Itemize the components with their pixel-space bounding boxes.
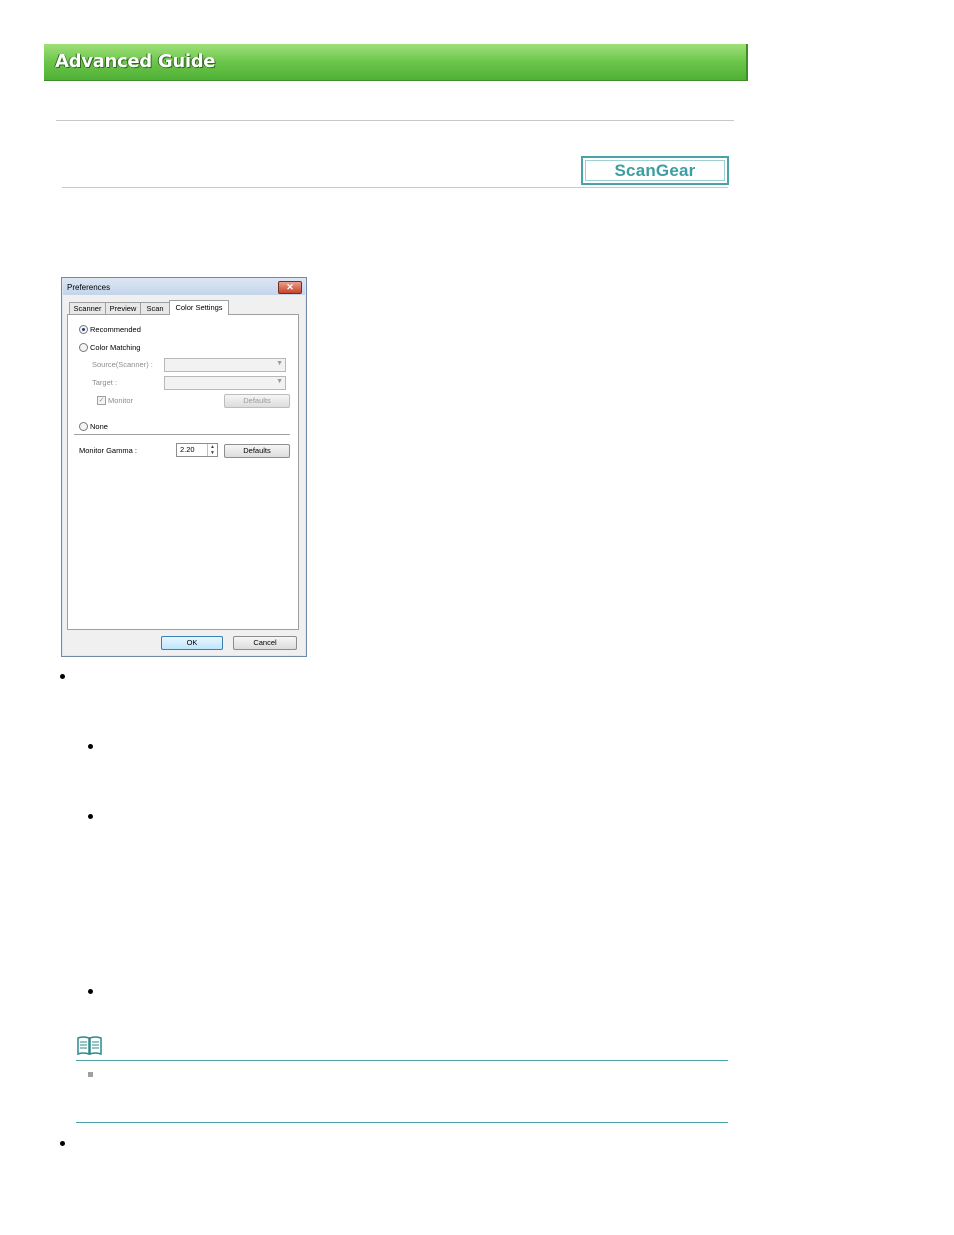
guide-title: Advanced Guide [55,51,216,72]
monitor-label: Monitor [108,396,134,405]
source-label: Source(Scanner) : [92,360,153,369]
panel-separator [74,434,290,435]
dialog-titlebar: Preferences ✕ [63,279,305,295]
preferences-dialog: Preferences ✕ Scanner Preview Scan Color… [61,277,307,657]
gamma-value: 2.20 [180,445,195,454]
color-defaults-button[interactable]: Defaults [224,394,290,408]
top-divider [56,120,734,121]
list-bullet [60,1141,65,1146]
chevron-down-icon: ▼ [276,360,283,367]
note-bullet [88,1072,93,1077]
dialog-title: Preferences [67,283,111,292]
note-bottom-rule [76,1122,728,1123]
none-radio[interactable] [79,422,88,431]
tab-color-settings[interactable]: Color Settings [169,300,229,315]
recommended-label: Recommended [90,325,141,334]
color-matching-radio[interactable] [79,343,88,352]
target-label: Target : [92,378,118,387]
ok-button[interactable]: OK [161,636,223,650]
monitor-checkbox[interactable]: ✓ [97,396,106,405]
list-bullet [88,989,93,994]
scangear-badge: ScanGear [581,156,729,185]
close-icon: ✕ [286,282,294,292]
color-matching-label: Color Matching [90,343,141,352]
source-select[interactable]: ▼ [164,358,286,372]
close-button[interactable]: ✕ [278,281,302,294]
monitor-gamma-label: Monitor Gamma : [79,446,137,455]
list-bullet [88,744,93,749]
open-book-icon [77,1036,102,1055]
badge-divider [62,187,728,188]
cancel-button[interactable]: Cancel [233,636,297,650]
scangear-label: ScanGear [614,160,696,180]
chevron-down-icon: ▼ [276,378,283,385]
color-settings-panel: Recommended Color Matching Source(Scanne… [67,314,299,630]
note-top-rule [76,1060,728,1061]
list-bullet [60,674,65,679]
none-label: None [90,422,108,431]
list-bullet [88,814,93,819]
gamma-defaults-button[interactable]: Defaults [224,444,290,458]
target-select[interactable]: ▼ [164,376,286,390]
spin-arrows-icon[interactable]: ▲ ▼ [207,444,217,456]
guide-header-banner: Advanced Guide [44,44,748,81]
recommended-radio[interactable] [79,325,88,334]
monitor-gamma-stepper[interactable]: 2.20 ▲ ▼ [176,443,218,457]
